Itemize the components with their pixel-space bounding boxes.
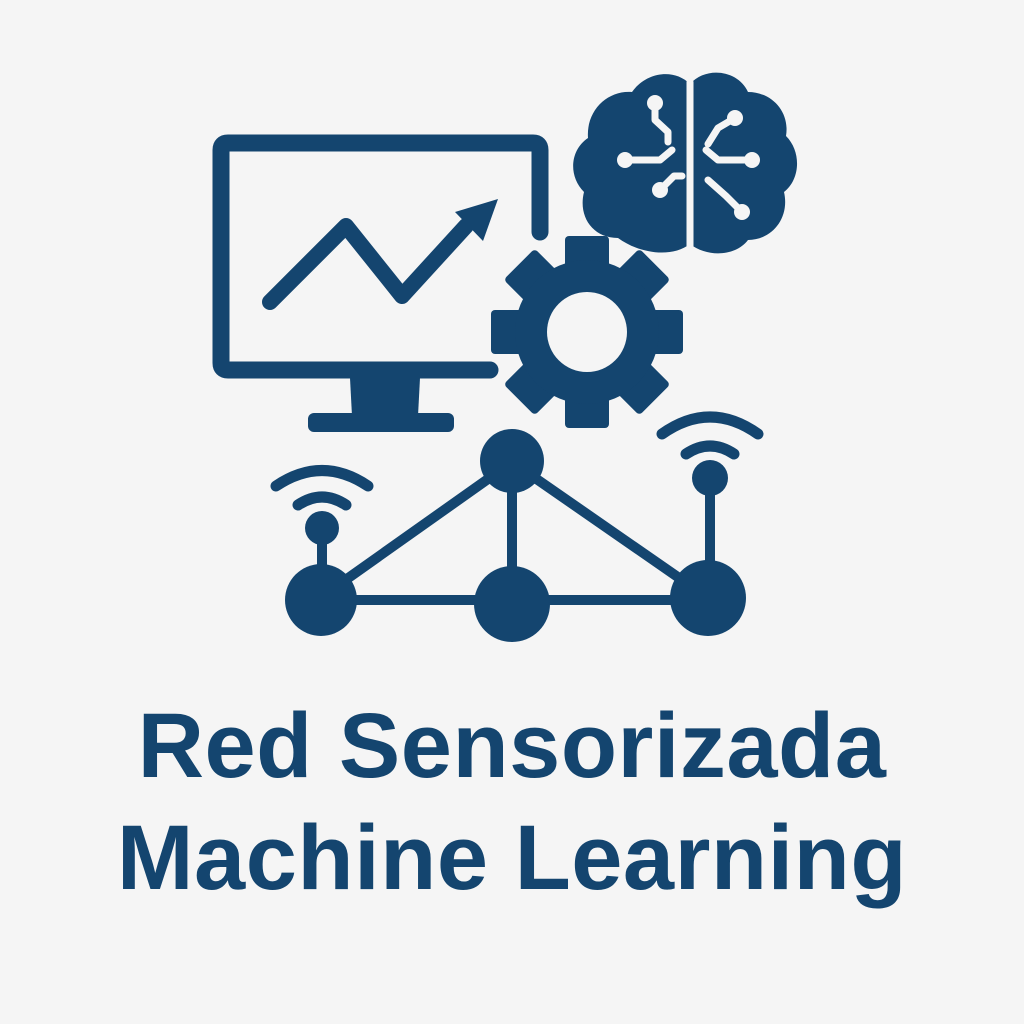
network-node-middle <box>474 566 550 642</box>
sensor-node-left <box>305 511 339 545</box>
network-node-top <box>480 429 544 493</box>
network-node-left <box>285 564 357 636</box>
sensor-network-icon <box>285 429 746 642</box>
sensor-node-right <box>692 460 728 496</box>
gear-hole <box>547 292 627 372</box>
title-line-1: Red Sensorizada <box>137 695 887 797</box>
network-node-right <box>670 560 746 636</box>
brain-circuit-icon <box>573 72 798 254</box>
logo-mark <box>212 72 798 642</box>
gear-icon <box>491 236 683 428</box>
title-line-2: Machine Learning <box>116 807 908 909</box>
monitor-chart-icon <box>212 134 549 432</box>
